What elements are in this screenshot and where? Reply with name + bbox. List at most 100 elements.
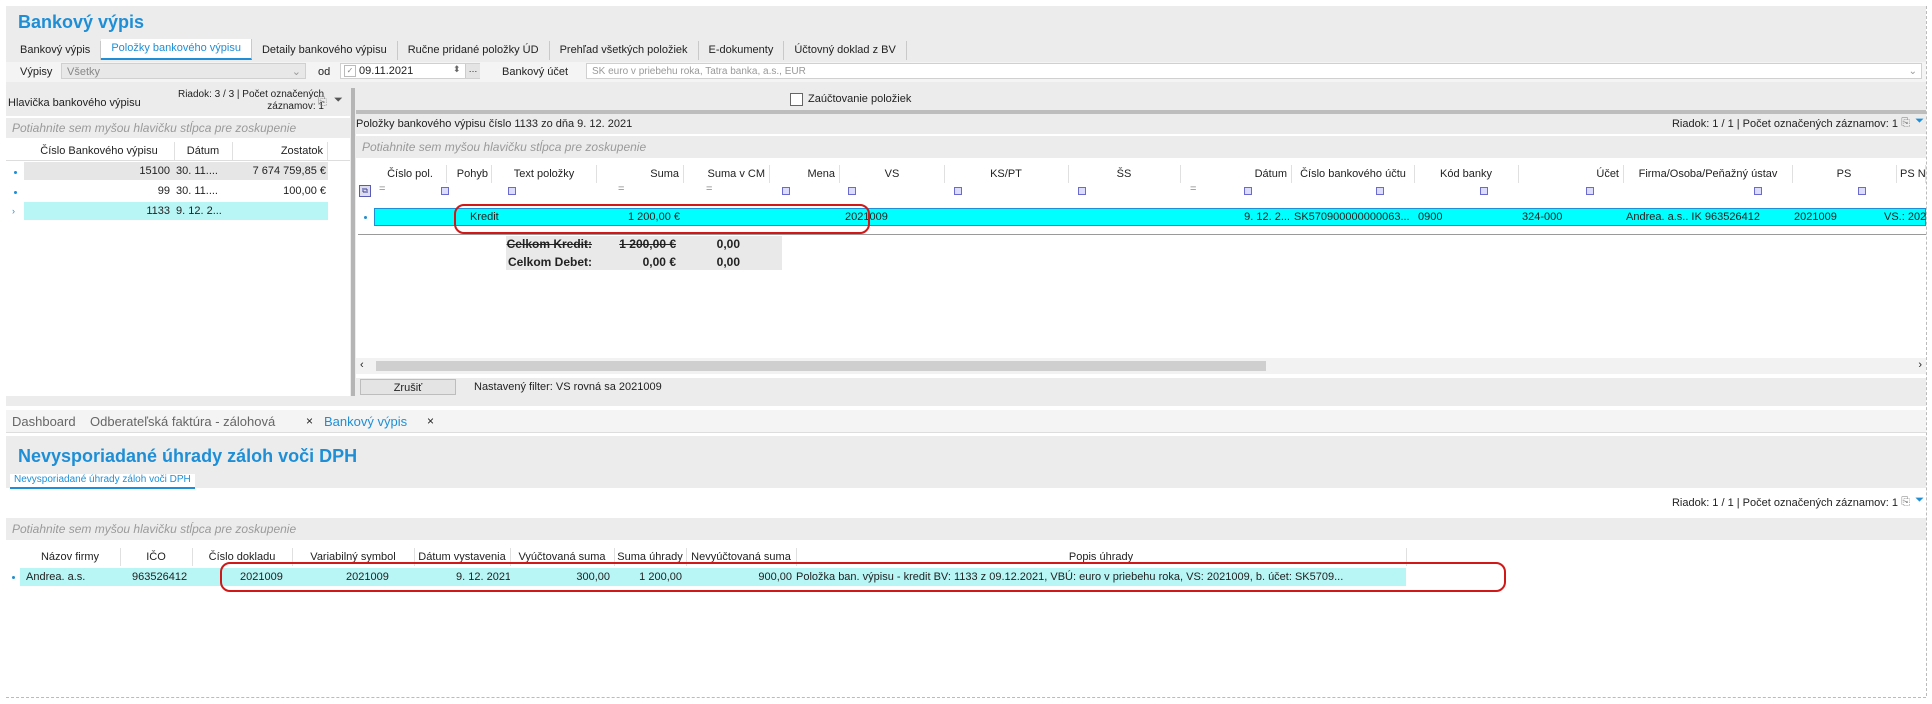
tab-bankovy-vypis[interactable]: Bankový výpis	[10, 41, 102, 60]
bottom-status: Riadok: 1 / 1 | Počet označených záznamo…	[1671, 497, 1898, 509]
filter-operator-icon[interactable]	[1078, 187, 1086, 195]
col-vs[interactable]: VS	[840, 165, 945, 183]
filter-icon[interactable]: ⏷	[334, 94, 343, 107]
filter-operator-icon[interactable]	[508, 187, 516, 195]
od-label: od	[318, 66, 331, 78]
col-ps[interactable]: PS	[1792, 165, 1897, 183]
cell-datum: 9. 12. 2021	[456, 571, 510, 583]
right-status: Riadok: 1 / 1 | Počet označených záznamo…	[1671, 118, 1898, 130]
col-cislo-bankoveho-uctu[interactable]: Číslo bankového účtu	[1292, 165, 1415, 183]
table-row[interactable]: Andrea. a.s. 963526412 2021009 2021009 9…	[6, 568, 1926, 586]
col-nevyuctovana-suma[interactable]: Nevyúčtovaná suma	[686, 548, 797, 566]
divider	[358, 234, 1926, 235]
cell-date: 30. 11....	[176, 185, 218, 197]
col-ucet[interactable]: Účet	[1518, 165, 1624, 183]
filter-operator-icon[interactable]	[954, 187, 962, 195]
account-select[interactable]: SK euro v priebehu roka, Tatra banka, a.…	[586, 63, 1922, 79]
tab-detaily-bankoveho-vypisu[interactable]: Detaily bankového výpisu	[252, 41, 398, 60]
col-pohyb[interactable]: Pohyb	[446, 165, 492, 183]
doc-tab-dashboard[interactable]: Dashboard	[12, 414, 76, 429]
col-ss[interactable]: ŠS	[1068, 165, 1181, 183]
filter-footer: Zrušiť Nastavený filter: VS rovná sa 202…	[356, 378, 1926, 396]
filter-operator-icon[interactable]	[1858, 187, 1866, 195]
tab-polozky-bankoveho-vypisu[interactable]: Položky bankového výpisu	[101, 39, 252, 60]
filter-operator-icon[interactable]	[1376, 187, 1384, 195]
date-field[interactable]: ✓ 09.11.2021 ⬍ …	[340, 63, 480, 79]
export-icon[interactable]: ⎘	[1901, 496, 1910, 509]
col-datum[interactable]: Dátum	[174, 142, 233, 160]
filter-operator-icon[interactable]	[441, 187, 449, 195]
filter-operator-icon[interactable]	[782, 187, 790, 195]
col-datum[interactable]: Dátum	[1180, 165, 1292, 183]
col-suma[interactable]: Suma	[596, 165, 684, 183]
bottom-status-bar: Riadok: 1 / 1 | Počet označených záznamo…	[6, 494, 1926, 512]
filter-operator-icon[interactable]	[1754, 187, 1762, 195]
table-row[interactable]: 15100 30. 11.... 7 674 759,85 €	[6, 162, 350, 180]
total-debet-cm: 0,00	[716, 255, 740, 269]
filter-operator-icon[interactable]	[1244, 187, 1252, 195]
tab-rucne-pridane-polozky[interactable]: Ručne pridané položky ÚD	[398, 41, 550, 60]
posting-checkbox[interactable]	[790, 93, 803, 106]
col-mena[interactable]: Mena	[770, 165, 840, 183]
col-cislo-dokladu[interactable]: Číslo dokladu	[192, 548, 293, 566]
tab-e-dokumenty[interactable]: E-dokumenty	[699, 41, 785, 60]
col-variabilny-symbol[interactable]: Variabilný symbol	[292, 548, 415, 566]
col-popis-uhrady[interactable]: Popis úhrady	[796, 548, 1407, 566]
subtab-nevysporiadane-uhrady[interactable]: Nevysporiadané úhrady záloh voči DPH	[10, 474, 195, 489]
posting-checkbox-label: Zaúčtovanie položiek	[808, 93, 912, 105]
doc-tab-odberatelska-faktura[interactable]: Odberateľská faktúra - zálohová	[90, 414, 275, 429]
col-ico[interactable]: IČO	[120, 548, 193, 566]
table-row-selected[interactable]: › 1133 9. 12. 2...	[6, 202, 350, 220]
date-checkbox[interactable]: ✓	[344, 65, 356, 77]
right-heading: Položky bankového výpisu číslo 1133 zo d…	[356, 118, 633, 130]
filter-row-icon[interactable]: ⧉	[359, 185, 371, 197]
account-select-value: SK euro v priebehu roka, Tatra banka, a.…	[592, 66, 806, 77]
tab-prehlad-vsetkych-poloziek[interactable]: Prehľad všetkých položiek	[550, 41, 699, 60]
cell-num: 15100	[139, 165, 170, 177]
row-indicator-icon	[12, 576, 15, 579]
row-indicator-icon	[14, 191, 17, 194]
close-icon[interactable]: ×	[427, 414, 434, 428]
col-ks-pt[interactable]: KS/PT	[944, 165, 1069, 183]
table-row[interactable]: 99 30. 11.... 100,00 €	[6, 182, 350, 200]
equals-icon: =	[618, 183, 625, 195]
bottom-grid-header: Názov firmy IČO Číslo dokladu Variabilný…	[6, 548, 1926, 566]
col-firma[interactable]: Firma/Osoba/Peňažný ústav	[1624, 165, 1793, 183]
group-hint: Potiahnite sem myšou hlavičku stĺpca pre…	[12, 522, 297, 536]
cancel-filter-button[interactable]: Zrušiť	[360, 379, 456, 395]
spin-icon[interactable]: ⬍	[453, 64, 461, 75]
filter-operator-icon[interactable]	[848, 187, 856, 195]
horizontal-scrollbar[interactable]: ‹ ›	[356, 358, 1926, 374]
table-row[interactable]: Kredit 1 200,00 € 2021009 9. 12. 2... SK…	[356, 208, 1926, 226]
scrollbar-thumb[interactable]	[376, 361, 1266, 371]
cell-ucet-banky: SK570900000000063...	[1294, 211, 1410, 223]
col-vyuctovana-suma[interactable]: Vyúčtovaná suma	[510, 548, 615, 566]
col-suma-uhrady[interactable]: Suma úhrady	[614, 548, 687, 566]
vypisy-select[interactable]: Všetky ⌄	[61, 63, 306, 79]
tab-uctovny-doklad[interactable]: Účtovný doklad z BV	[784, 41, 907, 60]
date-value: 09.11.2021	[359, 65, 414, 77]
col-nazov-firmy[interactable]: Názov firmy	[20, 548, 121, 566]
cell-ico: 963526412	[132, 571, 188, 583]
total-kredit-value: 1 200,00 €	[619, 237, 676, 251]
export-icon[interactable]: ⎘	[1901, 117, 1910, 130]
col-cislo-pol[interactable]: Číslo pol.	[374, 165, 447, 183]
cell-ucet: 324-000	[1522, 211, 1563, 223]
filter-operator-icon[interactable]	[1586, 187, 1594, 195]
col-kod-banky[interactable]: Kód banky	[1414, 165, 1519, 183]
close-icon[interactable]: ×	[306, 414, 313, 428]
total-debet-label: Celkom Debet:	[507, 255, 592, 269]
doc-tab-bankovy-vypis[interactable]: Bankový výpis	[324, 414, 407, 429]
export-icon[interactable]: ⎘	[318, 96, 327, 109]
col-suma-v-cm[interactable]: Suma v CM	[684, 165, 770, 183]
vertical-splitter[interactable]	[351, 88, 355, 396]
col-cislo-vypisu[interactable]: Číslo Bankového výpisu	[24, 142, 175, 160]
scroll-left-icon[interactable]: ‹	[360, 359, 364, 371]
col-zostatok[interactable]: Zostatok	[232, 142, 328, 160]
cell-vs: 2021009	[346, 571, 389, 583]
date-picker-button[interactable]: …	[465, 64, 480, 78]
filter-operator-icon[interactable]	[1480, 187, 1488, 195]
col-text-polozky[interactable]: Text položky	[492, 165, 597, 183]
right-group-bar: Potiahnite sem myšou hlavičku stĺpca pre…	[356, 136, 1926, 158]
col-datum-vystavenia[interactable]: Dátum vystavenia	[414, 548, 511, 566]
